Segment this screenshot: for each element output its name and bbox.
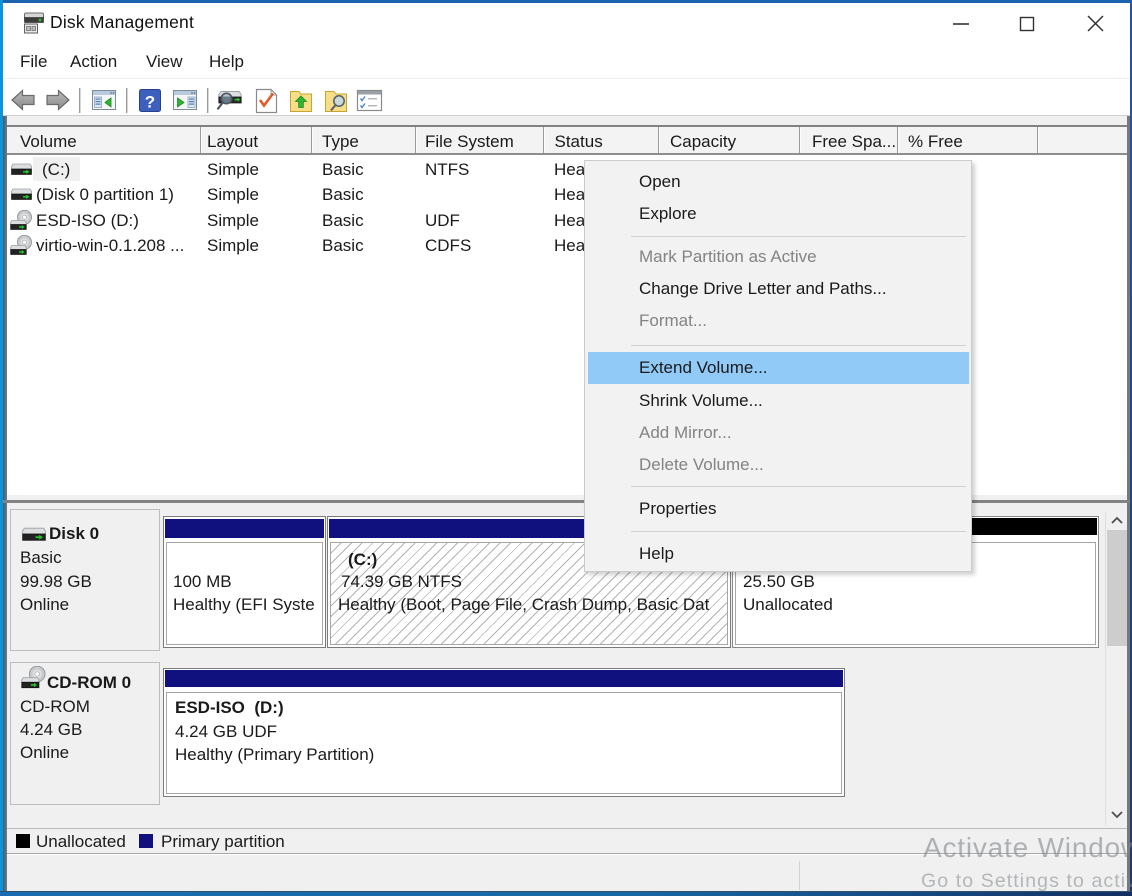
svg-text:?: ?	[145, 93, 155, 112]
